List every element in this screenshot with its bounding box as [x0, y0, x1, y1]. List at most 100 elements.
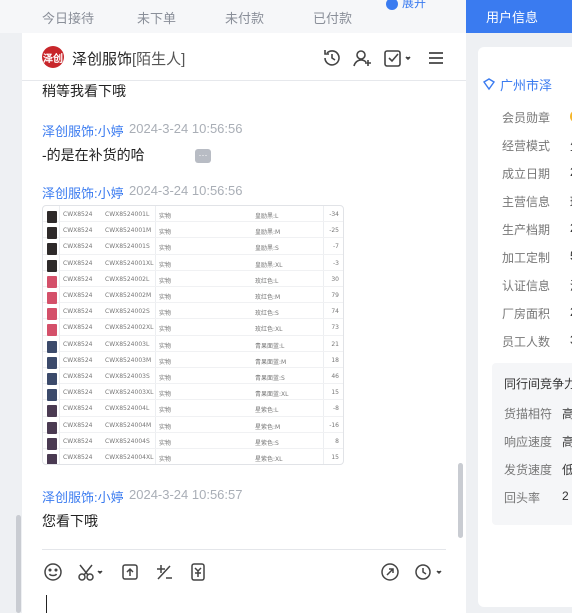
message-time: 2024-3-24 10:56:56 [129, 183, 243, 198]
image-cell-spec: 皇励黑:XL [255, 261, 283, 269]
message-sender[interactable]: 泽创服饰:小婷 [42, 487, 124, 506]
image-cell-sku: CWX8524003S [105, 373, 150, 380]
inventory-image[interactable]: CWX8524 CWX8524001L 实物 皇励黑:L -34 CWX8524 CWX85… [42, 205, 344, 465]
user-info-card: 广州市泽 会员勋章 经营模式 生 成立日期 20 主营信息 瑜 生产档期 20 … [478, 47, 572, 607]
image-cell-code: CWX8524 [63, 421, 93, 429]
image-cell-kind: 实物 [159, 261, 172, 269]
image-table-row: CWX8524 CWX8524003XL 实物 青果面蓝:XL 15 [43, 384, 343, 402]
company-location[interactable]: 广州市泽 [500, 75, 552, 94]
image-cell-sku: CWX8524001S [105, 243, 150, 251]
image-cell-kind: 实物 [159, 310, 172, 318]
tab-not-ordered[interactable]: 未下单 [137, 8, 176, 27]
field-label: 经营模式 [502, 139, 551, 153]
image-cell-code: CWX8524 [63, 259, 93, 267]
image-cell-code: CWX8524 [63, 227, 93, 235]
image-cell-code: CWX8524 [63, 389, 93, 397]
image-cell-code: CWX8524 [63, 454, 93, 461]
field-value: 高 [562, 435, 572, 449]
field-label: 主营信息 [502, 195, 551, 209]
task-menu-icon[interactable] [382, 47, 414, 69]
image-cell-sku: CWX8524001M [105, 227, 152, 235]
tab-paid[interactable]: 已付款 [313, 8, 352, 27]
message-input[interactable] [46, 595, 47, 613]
message-time: 2024-3-24 10:56:56 [129, 121, 243, 136]
image-cell-spec: 青果面蓝:L [255, 342, 285, 350]
image-cell-sku: CWX8524004S [105, 437, 150, 445]
product-thumbnail [47, 389, 57, 402]
product-thumbnail [47, 324, 57, 337]
image-cell-num: 21 [331, 340, 339, 348]
upload-file-icon[interactable] [119, 561, 141, 583]
image-cell-kind: 实物 [159, 358, 172, 366]
image-cell-code: CWX8524 [63, 373, 93, 380]
field-label: 成立日期 [502, 167, 551, 181]
tab-user-info[interactable]: 用户信息 [466, 0, 572, 33]
image-table-row: CWX8524 CWX8524004S 实物 星紫色:S 8 [43, 433, 343, 450]
image-cell-kind: 实物 [159, 456, 172, 463]
history-record-icon[interactable] [413, 561, 445, 583]
image-cell-code: CWX8524 [63, 405, 93, 413]
image-cell-num: 30 [331, 275, 339, 283]
quick-phrase-icon[interactable] [153, 561, 175, 583]
add-contact-icon[interactable] [351, 47, 373, 69]
expand-icon [386, 0, 398, 10]
menu-icon[interactable] [425, 47, 447, 69]
product-thumbnail [47, 211, 57, 223]
message-more-icon[interactable]: ··· [195, 149, 211, 163]
field-label: 发货速度 [504, 463, 553, 477]
emoji-icon[interactable] [42, 561, 64, 583]
shop-avatar[interactable]: 泽创 [42, 46, 64, 68]
transfer-icon[interactable] [379, 561, 401, 583]
image-cell-sku: CWX8524002M [105, 292, 152, 299]
product-thumbnail [47, 340, 57, 353]
field-value: 2 [562, 489, 569, 503]
expand-label: 展开 [402, 0, 427, 10]
tab-unpaid[interactable]: 未付款 [225, 8, 264, 27]
image-cell-num: -7 [333, 243, 339, 251]
image-table-row: CWX8524 CWX8524002L 实物 玫红色:L 30 [43, 271, 343, 288]
product-thumbnail [47, 405, 57, 418]
field-label: 生产档期 [502, 223, 551, 237]
competitiveness-title: 同行间竞争力 [504, 377, 572, 391]
composer-divider [42, 549, 446, 550]
image-cell-sku: CWX8524001L [105, 211, 150, 218]
image-cell-num: 73 [331, 324, 339, 332]
screenshot-icon[interactable] [76, 561, 106, 583]
message-sender[interactable]: 泽创服饰:小婷 [42, 183, 124, 202]
image-table-row: CWX8524 CWX8524001XL 实物 皇励黑:XL -3 [43, 255, 343, 272]
expand-button[interactable]: 展开 [386, 0, 426, 11]
image-cell-spec: 青果面蓝:M [255, 358, 287, 366]
image-cell-num: -16 [329, 421, 339, 429]
tab-today-reception[interactable]: 今日接待 [42, 8, 94, 27]
message-text: 稍等我看下哦 [42, 83, 126, 99]
image-cell-spec: 青果面蓝:XL [255, 391, 289, 399]
conversation-filter-tabs: 今日接待 未下单 未付款 已付款 展开 [0, 0, 466, 33]
image-cell-code: CWX8524 [63, 211, 93, 218]
image-cell-spec: 玫红色:XL [255, 326, 283, 334]
image-cell-code: CWX8524 [63, 308, 93, 316]
product-thumbnail [47, 292, 57, 304]
image-table-row: CWX8524 CWX8524004XL 实物 星紫色:XL 15 [43, 449, 343, 464]
product-thumbnail [47, 454, 57, 464]
image-cell-spec: 星紫色:M [255, 423, 281, 431]
history-icon[interactable] [321, 47, 343, 69]
image-cell-spec: 玫红色:S [255, 310, 279, 318]
image-table-row: CWX8524 CWX8524002S 实物 玫红色:S 74 [43, 303, 343, 321]
image-cell-spec: 皇励黑:M [255, 229, 281, 237]
image-cell-sku: CWX8524002XL [105, 324, 154, 332]
field-label: 认证信息 [502, 279, 551, 293]
competitiveness-box: 同行间竞争力 货描相符 高 响应速度 高 发货速度 低 回头率 2 [492, 363, 572, 525]
image-cell-kind: 实物 [159, 229, 172, 237]
product-thumbnail [47, 227, 57, 240]
product-thumbnail [47, 243, 57, 256]
field-label: 会员勋章 [502, 111, 551, 125]
contact-list-scrollbar[interactable] [16, 515, 21, 613]
chat-header: 泽创 泽创服饰 [陌生人] [22, 33, 466, 81]
field-label: 货描相符 [504, 407, 553, 421]
field-label: 厂房面积 [502, 307, 551, 321]
product-thumbnail [47, 437, 57, 450]
message-sender[interactable]: 泽创服饰:小婷 [42, 121, 124, 140]
image-cell-num: 46 [331, 373, 339, 380]
chat-scrollbar[interactable] [458, 463, 463, 538]
coupon-icon[interactable] [187, 561, 209, 583]
